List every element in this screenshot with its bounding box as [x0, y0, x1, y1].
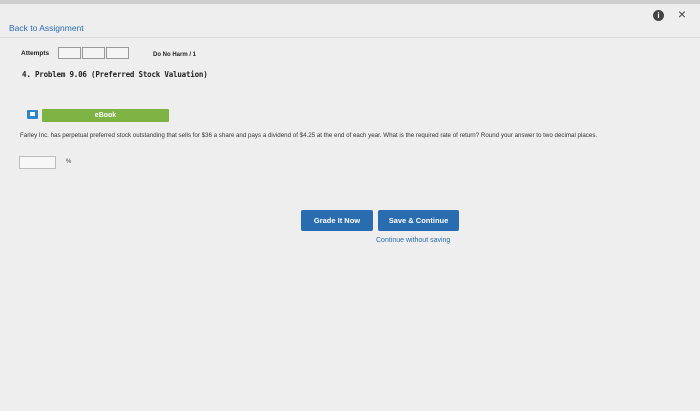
- answer-input[interactable]: [19, 156, 56, 169]
- top-border: [0, 0, 700, 4]
- do-no-harm-label: Do No Harm / 1: [153, 52, 197, 58]
- close-icon[interactable]: ×: [675, 6, 689, 22]
- problem-title: 4. Problem 9.06 (Preferred Stock Valuati…: [22, 70, 208, 79]
- back-to-assignment-link[interactable]: Back to Assignment: [9, 23, 84, 33]
- question-text: Farley Inc. has perpetual preferred stoc…: [20, 132, 598, 139]
- ebook-button[interactable]: eBook: [42, 109, 169, 122]
- info-icon[interactable]: i: [653, 10, 664, 21]
- attempts-label: Attempts: [21, 50, 50, 57]
- attempt-box-1: [58, 47, 81, 59]
- save-and-continue-button[interactable]: Save & Continue: [378, 210, 459, 231]
- grade-it-now-button[interactable]: Grade It Now: [301, 210, 373, 231]
- book-icon[interactable]: [27, 110, 38, 119]
- header-divider: [0, 37, 700, 38]
- percent-unit-label: %: [66, 159, 72, 165]
- attempt-box-3: [106, 47, 129, 59]
- attempt-box-2: [82, 47, 105, 59]
- continue-without-saving-link[interactable]: Continue without saving: [376, 237, 450, 244]
